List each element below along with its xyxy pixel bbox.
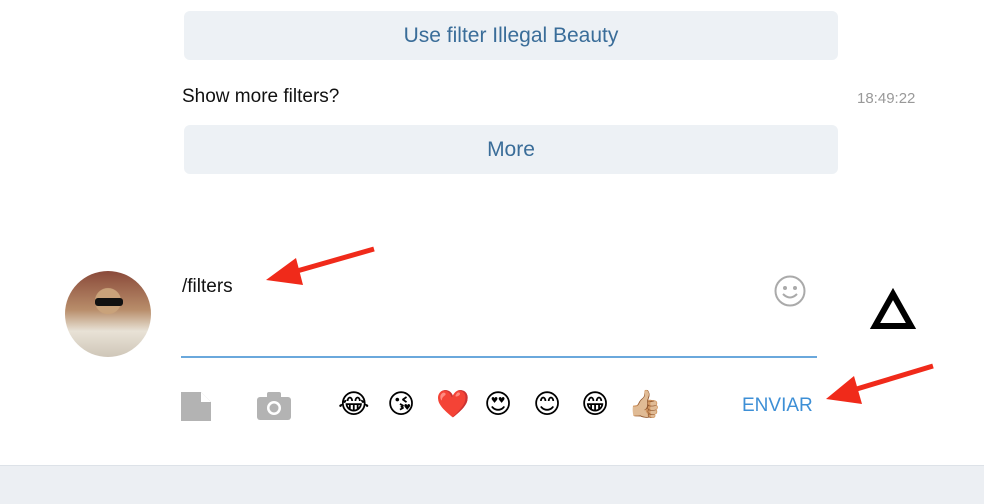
emoji-kiss[interactable]: 😘 (387, 388, 415, 420)
emoji-smile[interactable]: 😊 (533, 388, 561, 420)
emoji-grin[interactable]: 😁 (581, 388, 609, 420)
red-arrow-input (266, 246, 375, 285)
attach-file-icon[interactable] (181, 392, 212, 421)
more-button[interactable]: More (184, 125, 838, 174)
emoji-heart-eyes[interactable]: 😍 (484, 388, 512, 420)
footer-bar (0, 465, 984, 504)
emoji-picker-icon[interactable] (774, 275, 806, 307)
message-input[interactable]: /filters (182, 276, 233, 298)
logo-triangle-icon (869, 287, 917, 329)
send-button[interactable]: ENVIAR (742, 395, 813, 417)
red-arrow-send (826, 363, 934, 404)
use-filter-button[interactable]: Use filter Illegal Beauty (184, 11, 838, 60)
avatar (65, 271, 151, 357)
emoji-heart[interactable]: ❤️ (436, 388, 470, 420)
input-underline (181, 356, 817, 358)
message-text: Show more filters? (182, 86, 340, 107)
camera-icon[interactable] (257, 392, 291, 420)
emoji-joy[interactable]: 😂 (338, 388, 370, 420)
emoji-thumbs-up[interactable]: 👍🏼 (628, 388, 662, 420)
annotation-overlay (266, 246, 934, 404)
message-timestamp: 18:49:22 (857, 90, 916, 107)
